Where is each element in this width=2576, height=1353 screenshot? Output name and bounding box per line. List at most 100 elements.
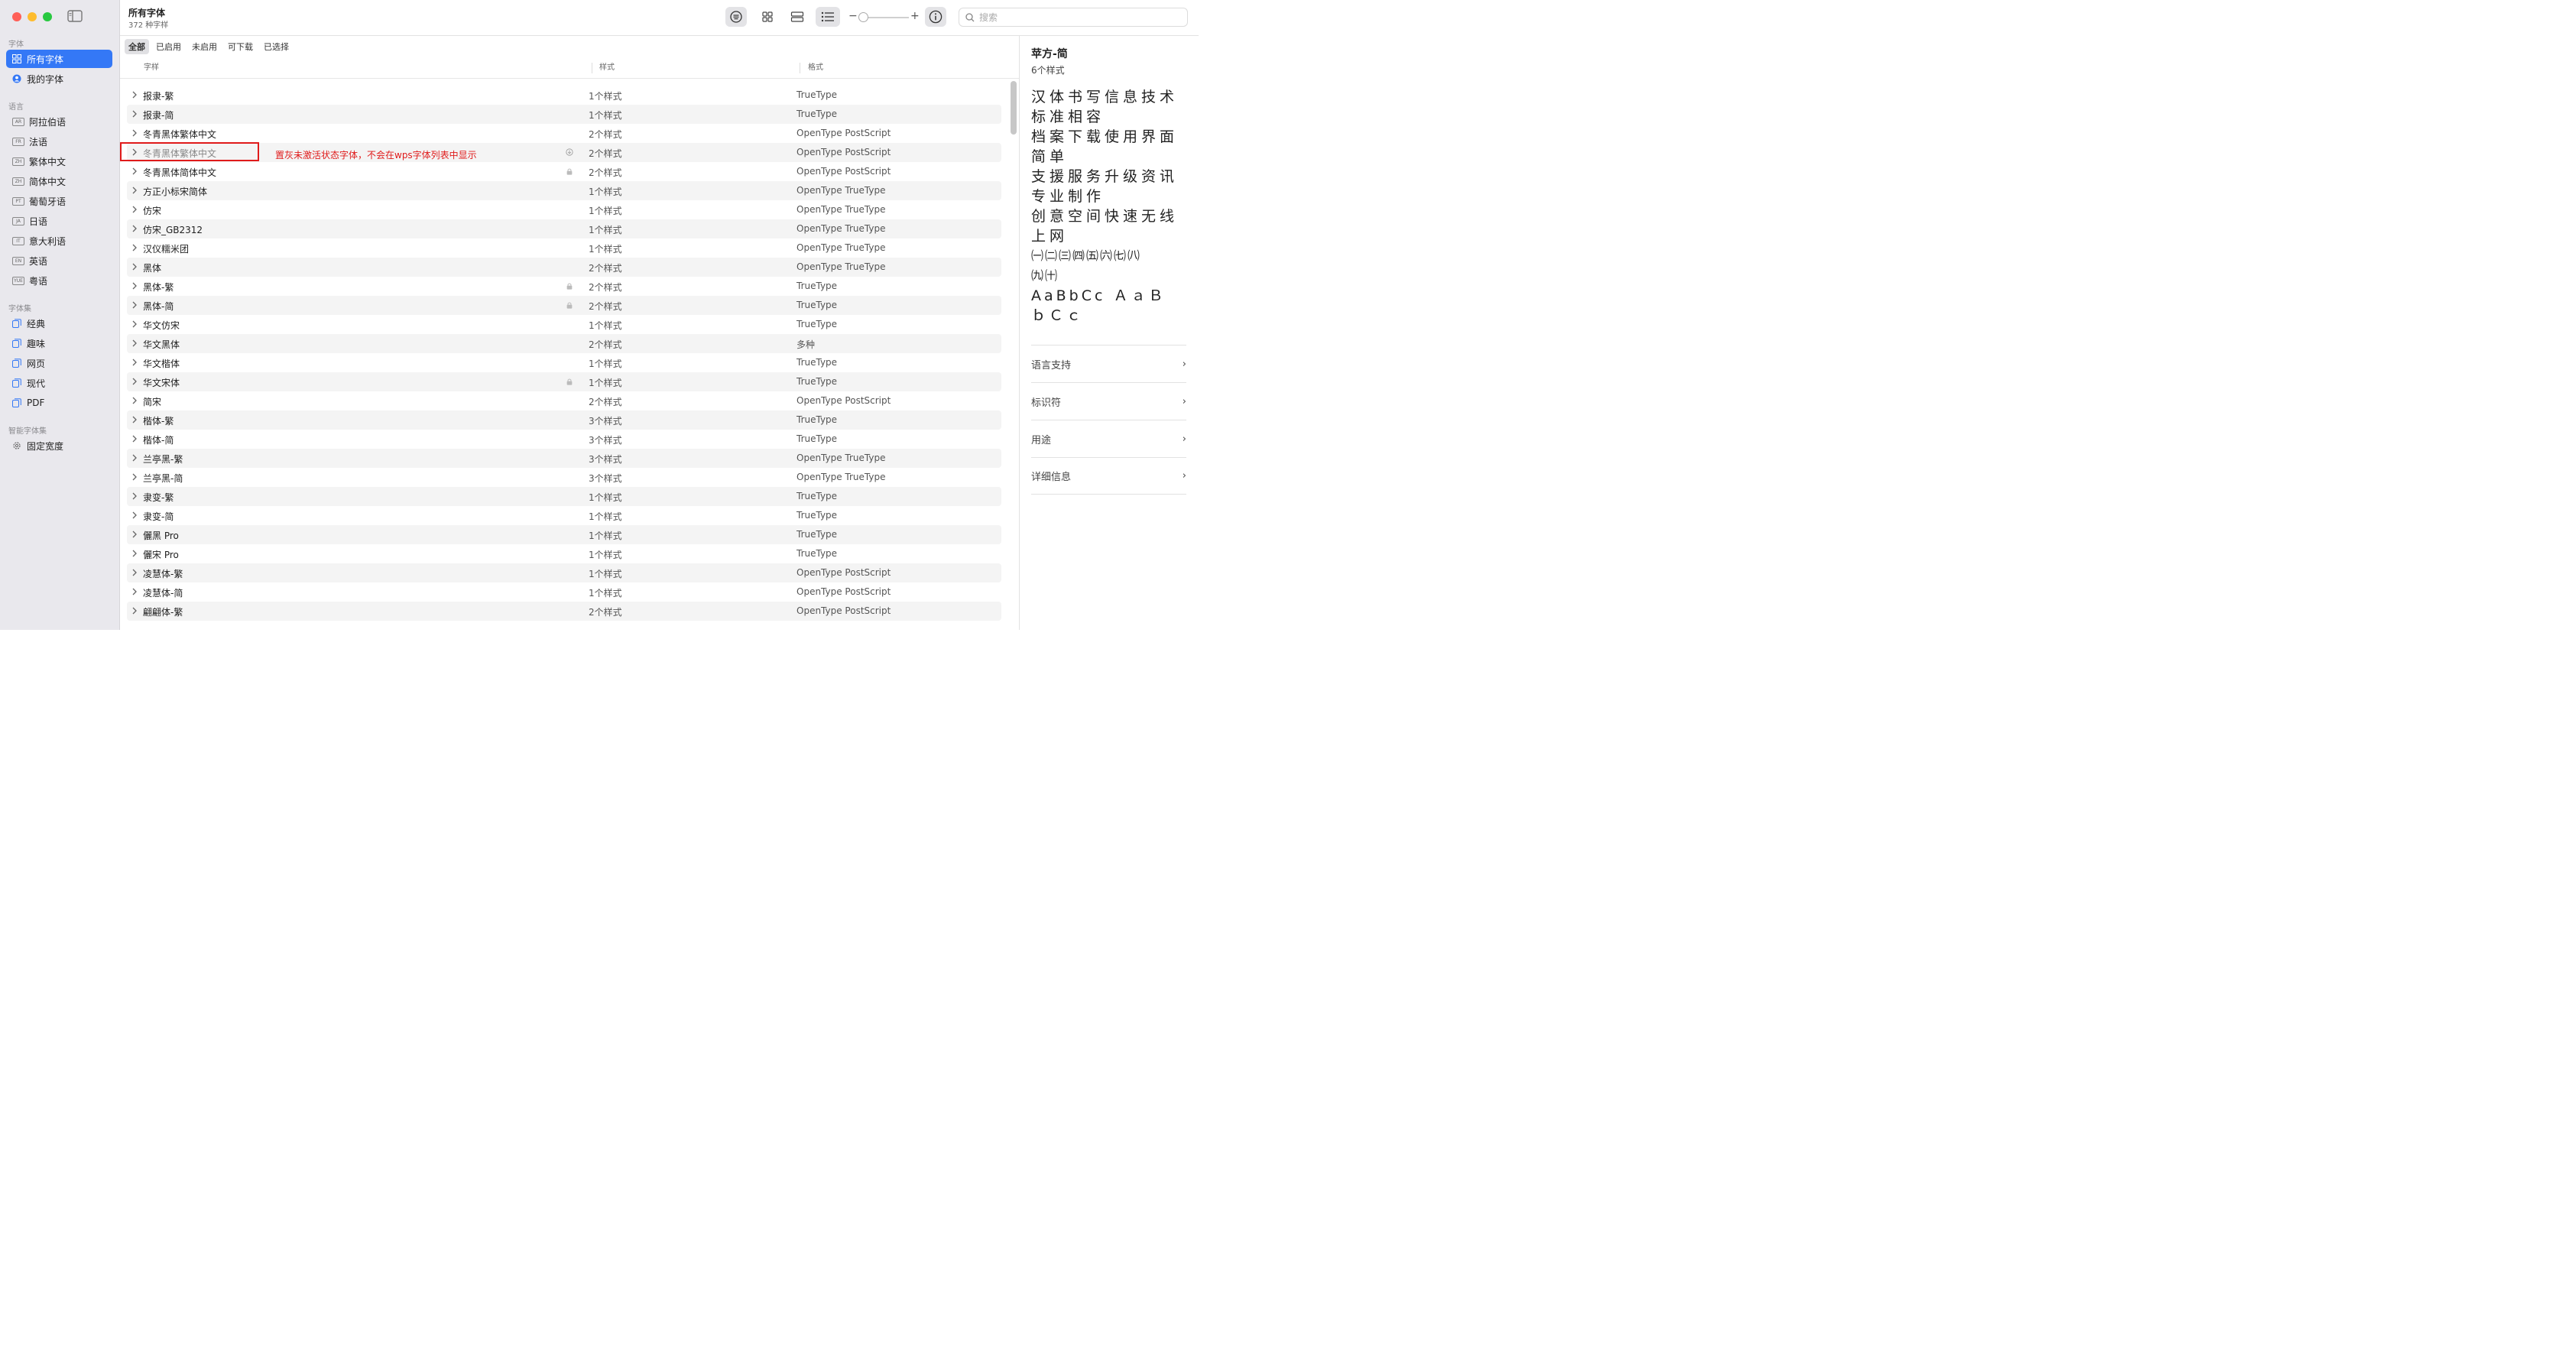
chevron-right-icon[interactable]: [131, 281, 138, 290]
strip-view-button[interactable]: [787, 7, 808, 27]
chevron-right-icon[interactable]: [131, 396, 138, 405]
chevron-right-icon[interactable]: [131, 339, 138, 348]
sample-view-button[interactable]: [725, 7, 747, 27]
table-row[interactable]: 冬青黑体简体中文 2个样式 OpenType PostScript: [127, 162, 1001, 181]
sidebar-item-my-fonts[interactable]: 我的字体: [6, 70, 112, 88]
sidebar-item-cantonese[interactable]: YUE 粤语: [6, 271, 112, 290]
section-usage[interactable]: 用途 ›: [1031, 420, 1186, 457]
table-row[interactable]: 方正小标宋简体 1个样式 OpenType TrueType: [127, 181, 1001, 200]
table-row[interactable]: 儷黑 Pro 1个样式 TrueType: [127, 525, 1001, 544]
minimize-window-button[interactable]: [28, 12, 37, 21]
table-row[interactable]: 报隶-繁 1个样式 TrueType: [127, 86, 1001, 105]
sidebar-item-fun[interactable]: 趣味: [6, 334, 112, 352]
sidebar-item-web[interactable]: 网页: [6, 354, 112, 372]
table-row[interactable]: 华文楷体 1个样式 TrueType: [127, 353, 1001, 372]
chevron-right-icon[interactable]: [131, 205, 138, 214]
chevron-right-icon[interactable]: [131, 511, 138, 520]
table-row[interactable]: 翩翩体-繁 2个样式 OpenType PostScript: [127, 602, 1001, 621]
sidebar-item-japanese[interactable]: JA 日语: [6, 212, 112, 230]
search-field[interactable]: 搜索: [959, 8, 1188, 27]
zoom-window-button[interactable]: [43, 12, 52, 21]
table-row[interactable]: 仿宋_GB2312 1个样式 OpenType TrueType: [127, 219, 1001, 238]
chevron-right-icon[interactable]: [131, 224, 138, 233]
section-identifiers[interactable]: 标识符 ›: [1031, 382, 1186, 420]
chevron-right-icon: ›: [1182, 358, 1186, 370]
table-row[interactable]: 华文仿宋 1个样式 TrueType: [127, 315, 1001, 334]
chevron-right-icon[interactable]: [131, 568, 138, 577]
sidebar-item-arabic[interactable]: AR 阿拉伯语: [6, 112, 112, 131]
filter-tab-selected[interactable]: 已选择: [260, 39, 293, 54]
sidebar-item-french[interactable]: FR 法语: [6, 132, 112, 151]
zoom-in-icon[interactable]: +: [910, 10, 920, 22]
search-input[interactable]: 搜索: [979, 11, 998, 24]
filter-tab-disabled[interactable]: 未启用: [188, 39, 221, 54]
table-row[interactable]: 楷体-繁 3个样式 TrueType: [127, 410, 1001, 430]
section-language-support[interactable]: 语言支持 ›: [1031, 345, 1186, 382]
sidebar-item-all-fonts[interactable]: 所有字体: [6, 50, 112, 68]
table-row[interactable]: 华文宋体 1个样式 TrueType: [127, 372, 1001, 391]
table-row[interactable]: 隶变-繁 1个样式 TrueType: [127, 487, 1001, 506]
chevron-right-icon[interactable]: [131, 587, 138, 596]
chevron-right-icon[interactable]: [131, 167, 138, 176]
chevron-right-icon[interactable]: [131, 109, 138, 118]
chevron-right-icon[interactable]: [131, 300, 138, 310]
filter-tab-all[interactable]: 全部: [125, 39, 149, 54]
column-header-styles[interactable]: 样式: [599, 57, 615, 79]
chevron-right-icon[interactable]: [131, 320, 138, 329]
table-row[interactable]: 凌慧体-简 1个样式 OpenType PostScript: [127, 582, 1001, 602]
chevron-right-icon[interactable]: [131, 549, 138, 558]
chevron-right-icon[interactable]: [131, 128, 138, 138]
chevron-right-icon[interactable]: [131, 530, 138, 539]
list-scrollbar[interactable]: [1011, 81, 1017, 135]
close-window-button[interactable]: [12, 12, 21, 21]
chevron-right-icon[interactable]: [131, 186, 138, 195]
sidebar-item-fixed-width[interactable]: 固定宽度: [6, 436, 112, 455]
chevron-right-icon[interactable]: [131, 472, 138, 482]
sidebar-item-english[interactable]: EN 英语: [6, 251, 112, 270]
table-row[interactable]: 隶变-简 1个样式 TrueType: [127, 506, 1001, 525]
chevron-right-icon[interactable]: [131, 90, 138, 99]
table-row[interactable]: 儷宋 Pro 1个样式 TrueType: [127, 544, 1001, 563]
sidebar-item-simplified-chinese[interactable]: ZH 简体中文: [6, 172, 112, 190]
sidebar-toggle-icon[interactable]: [67, 10, 83, 22]
table-row[interactable]: 凌慧体-繁 1个样式 OpenType PostScript: [127, 563, 1001, 582]
sidebar-item-italian[interactable]: IT 意大利语: [6, 232, 112, 250]
slider-knob[interactable]: [858, 12, 868, 22]
table-row[interactable]: 兰亭黑-简 3个样式 OpenType TrueType: [127, 468, 1001, 487]
filter-tab-enabled[interactable]: 已启用: [152, 39, 185, 54]
table-row[interactable]: 冬青黑体繁体中文 2个样式 OpenType PostScript: [127, 124, 1001, 143]
table-row[interactable]: 仿宋 1个样式 OpenType TrueType: [127, 200, 1001, 219]
table-row[interactable]: 楷体-简 3个样式 TrueType: [127, 430, 1001, 449]
filter-tab-downloadable[interactable]: 可下载: [224, 39, 257, 54]
chevron-right-icon[interactable]: [131, 415, 138, 424]
sidebar-item-traditional-chinese[interactable]: ZH 繁体中文: [6, 152, 112, 170]
table-row[interactable]: 黑体-简 2个样式 TrueType: [127, 296, 1001, 315]
chevron-right-icon[interactable]: [131, 434, 138, 443]
chevron-right-icon[interactable]: [131, 243, 138, 252]
chevron-right-icon[interactable]: [131, 606, 138, 615]
sidebar-item-modern[interactable]: 现代: [6, 374, 112, 392]
chevron-right-icon[interactable]: [131, 262, 138, 271]
sidebar-item-classic[interactable]: 经典: [6, 314, 112, 333]
table-row[interactable]: 华文黑体 2个样式 多种: [127, 334, 1001, 353]
table-row[interactable]: 汉仪糯米团 1个样式 OpenType TrueType: [127, 238, 1001, 258]
table-row[interactable]: 简宋 2个样式 OpenType PostScript: [127, 391, 1001, 410]
table-row[interactable]: 报隶-简 1个样式 TrueType: [127, 105, 1001, 124]
chevron-right-icon[interactable]: [131, 492, 138, 501]
section-details[interactable]: 详细信息 ›: [1031, 457, 1186, 495]
download-icon[interactable]: [566, 148, 573, 157]
sidebar-item-pdf[interactable]: PDF: [6, 394, 112, 412]
sidebar-item-portuguese[interactable]: PT 葡萄牙语: [6, 192, 112, 210]
grid-view-button[interactable]: [757, 7, 778, 27]
column-header-name[interactable]: 字样: [144, 57, 159, 79]
table-row[interactable]: 黑体-繁 2个样式 TrueType: [127, 277, 1001, 296]
chevron-right-icon[interactable]: [131, 377, 138, 386]
list-view-button[interactable]: [816, 7, 840, 27]
info-button[interactable]: [925, 7, 946, 27]
column-header-format[interactable]: 格式: [808, 57, 823, 79]
table-row[interactable]: 黑体 2个样式 OpenType TrueType: [127, 258, 1001, 277]
chevron-right-icon[interactable]: [131, 358, 138, 367]
chevron-right-icon[interactable]: [131, 453, 138, 462]
table-row[interactable]: 兰亭黑-繁 3个样式 OpenType TrueType: [127, 449, 1001, 468]
zoom-out-icon[interactable]: −: [848, 10, 858, 22]
